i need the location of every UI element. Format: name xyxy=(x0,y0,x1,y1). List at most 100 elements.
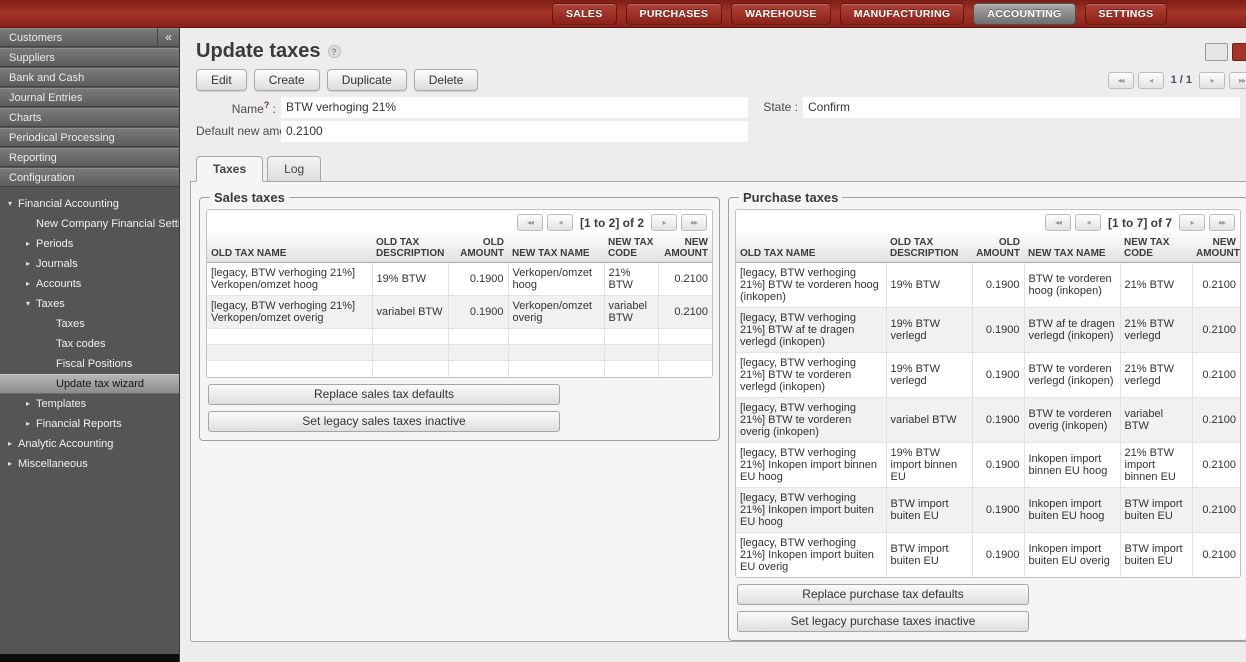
table-cell[interactable]: Inkopen import buiten EU hoog xyxy=(1024,488,1120,533)
table-cell[interactable]: [legacy, BTW verhoging 21%] Inkopen impo… xyxy=(736,533,886,578)
nav-sales[interactable]: SALES xyxy=(552,3,617,25)
table-row[interactable]: [legacy, BTW verhoging 21%] Inkopen impo… xyxy=(736,488,1240,533)
table-cell[interactable]: variabel BTW xyxy=(604,296,658,329)
sidebar-section-customers[interactable]: Customers xyxy=(0,28,157,47)
table-cell[interactable]: 0.2100 xyxy=(1192,353,1240,398)
name-help-icon[interactable]: ? xyxy=(264,100,270,110)
sidebar-section-suppliers[interactable]: Suppliers xyxy=(0,48,179,67)
table-row[interactable]: [legacy, BTW verhoging 21%] Verkopen/omz… xyxy=(207,263,712,296)
default-new-amount-field[interactable]: 0.2100 xyxy=(281,121,748,142)
table-cell[interactable]: 21% BTW xyxy=(1120,263,1192,308)
create-button[interactable]: Create xyxy=(254,69,320,91)
nav-purchases[interactable]: PURCHASES xyxy=(626,3,723,25)
table-cell[interactable]: BTW import buiten EU xyxy=(1120,488,1192,533)
table-cell[interactable]: 0.2100 xyxy=(1192,533,1240,578)
sidebar-item-analytic-accounting[interactable]: ▸Analytic Accounting xyxy=(0,434,179,454)
table-cell[interactable]: 0.2100 xyxy=(1192,263,1240,308)
table-cell[interactable]: BTW te vorderen overig (inkopen) xyxy=(1024,398,1120,443)
table-cell[interactable]: BTW import buiten EU xyxy=(886,533,972,578)
table-cell[interactable]: 0.2100 xyxy=(1192,443,1240,488)
sidebar-item-accounts[interactable]: ▸Accounts xyxy=(0,274,179,294)
help-icon[interactable]: ? xyxy=(328,45,341,58)
sales-col-old-amount[interactable]: OLD AMOUNT xyxy=(448,234,508,263)
table-cell[interactable]: 0.1900 xyxy=(972,443,1024,488)
sales-col-old-tax-name[interactable]: OLD TAX NAME xyxy=(207,234,372,263)
table-cell[interactable]: Verkopen/omzet overig xyxy=(508,296,604,329)
table-cell[interactable]: 21% BTW import binnen EU xyxy=(1120,443,1192,488)
table-cell[interactable]: variabel BTW xyxy=(886,398,972,443)
table-cell[interactable]: variabel BTW xyxy=(1120,398,1192,443)
nav-accounting[interactable]: ACCOUNTING xyxy=(973,3,1075,25)
sales-col-new-amount[interactable]: NEW AMOUNT xyxy=(658,234,712,263)
table-cell[interactable]: BTW te vorderen verlegd (inkopen) xyxy=(1024,353,1120,398)
table-cell[interactable]: 19% BTW verlegd xyxy=(886,308,972,353)
table-cell[interactable]: 21% BTW verlegd xyxy=(1120,353,1192,398)
table-cell[interactable]: 0.1900 xyxy=(972,533,1024,578)
table-row[interactable]: [legacy, BTW verhoging 21%] BTW te vorde… xyxy=(736,398,1240,443)
sales-col-new-tax-code[interactable]: NEW TAX CODE xyxy=(604,234,658,263)
table-cell[interactable]: 0.2100 xyxy=(1192,398,1240,443)
replace-purchase-tax-defaults-button[interactable]: Replace purchase tax defaults xyxy=(737,584,1029,605)
sidebar-item-taxes[interactable]: ▾Taxes xyxy=(0,294,179,314)
table-cell[interactable]: [legacy, BTW verhoging 21%] Inkopen impo… xyxy=(736,443,886,488)
tab-taxes[interactable]: Taxes xyxy=(196,156,263,182)
table-cell[interactable]: 0.1900 xyxy=(972,263,1024,308)
sidebar-item-tax-codes[interactable]: Tax codes xyxy=(0,334,179,354)
edit-button[interactable]: Edit xyxy=(196,69,247,91)
table-cell[interactable]: 0.2100 xyxy=(1192,308,1240,353)
sales-previous-page-button[interactable]: ◂ xyxy=(547,214,573,231)
sales-col-old-tax-description[interactable]: OLD TAX DESCRIPTION xyxy=(372,234,448,263)
purchase-next-page-button[interactable]: ▸ xyxy=(1179,214,1205,231)
table-cell[interactable]: 0.1900 xyxy=(972,308,1024,353)
table-cell[interactable]: 0.2100 xyxy=(658,296,712,329)
purchase-last-page-button[interactable]: ▸▸ xyxy=(1209,214,1235,231)
delete-button[interactable]: Delete xyxy=(414,69,479,91)
nav-warehouse[interactable]: WAREHOUSE xyxy=(731,3,831,25)
table-row[interactable]: [legacy, BTW verhoging 21%] Inkopen impo… xyxy=(736,533,1240,578)
sidebar-section-reporting[interactable]: Reporting xyxy=(0,148,179,167)
table-cell[interactable]: [legacy, BTW verhoging 21%] BTW te vorde… xyxy=(736,353,886,398)
purchase-col-old-tax-name[interactable]: OLD TAX NAME xyxy=(736,234,886,263)
purchase-first-page-button[interactable]: ◂◂ xyxy=(1045,214,1071,231)
sidebar-item-fiscal-positions[interactable]: Fiscal Positions xyxy=(0,354,179,374)
table-cell[interactable]: [legacy, BTW verhoging 21%] Verkopen/omz… xyxy=(207,263,372,296)
sidebar-item-miscellaneous[interactable]: ▸Miscellaneous xyxy=(0,454,179,474)
table-cell[interactable]: BTW import buiten EU xyxy=(1120,533,1192,578)
sidebar-section-configuration[interactable]: Configuration xyxy=(0,168,179,187)
name-field[interactable]: BTW verhoging 21% xyxy=(281,97,748,118)
table-cell[interactable]: 0.2100 xyxy=(1192,488,1240,533)
table-cell[interactable]: 0.1900 xyxy=(972,398,1024,443)
table-cell[interactable]: 19% BTW import binnen EU xyxy=(886,443,972,488)
table-row[interactable]: [legacy, BTW verhoging 21%] BTW te vorde… xyxy=(736,263,1240,308)
table-cell[interactable]: 21% BTW xyxy=(604,263,658,296)
table-cell[interactable]: 0.1900 xyxy=(972,488,1024,533)
purchase-col-old-tax-description[interactable]: OLD TAX DESCRIPTION xyxy=(886,234,972,263)
sales-first-page-button[interactable]: ◂◂ xyxy=(517,214,543,231)
table-cell[interactable]: BTW te vorderen hoog (inkopen) xyxy=(1024,263,1120,308)
table-row[interactable]: [legacy, BTW verhoging 21%] BTW te vorde… xyxy=(736,353,1240,398)
table-cell[interactable]: 19% BTW xyxy=(372,263,448,296)
table-row[interactable]: [legacy, BTW verhoging 21%] Inkopen impo… xyxy=(736,443,1240,488)
table-cell[interactable]: 0.1900 xyxy=(448,296,508,329)
record-previous-page-button[interactable]: ◂ xyxy=(1138,72,1164,89)
table-cell[interactable]: 21% BTW verlegd xyxy=(1120,308,1192,353)
sidebar-section-charts[interactable]: Charts xyxy=(0,108,179,127)
sidebar-section-periodical-processing[interactable]: Periodical Processing xyxy=(0,128,179,147)
sidebar-item-templates[interactable]: ▸Templates xyxy=(0,394,179,414)
purchase-col-old-amount[interactable]: OLD AMOUNT xyxy=(972,234,1024,263)
sidebar-item-periods[interactable]: ▸Periods xyxy=(0,234,179,254)
tab-log[interactable]: Log xyxy=(267,156,321,181)
record-next-page-button[interactable]: ▸ xyxy=(1199,72,1225,89)
sales-col-new-tax-name[interactable]: NEW TAX NAME xyxy=(508,234,604,263)
purchase-col-new-amount[interactable]: NEW AMOUNT xyxy=(1192,234,1240,263)
table-cell[interactable]: [legacy, BTW verhoging 21%] BTW te vorde… xyxy=(736,398,886,443)
table-cell[interactable]: variabel BTW xyxy=(372,296,448,329)
replace-sales-tax-defaults-button[interactable]: Replace sales tax defaults xyxy=(208,384,560,405)
sidebar-item-new-company-financial-setti[interactable]: New Company Financial Setti... xyxy=(0,214,179,234)
record-first-page-button[interactable]: ◂◂ xyxy=(1108,72,1134,89)
table-cell[interactable]: Verkopen/omzet hoog xyxy=(508,263,604,296)
nav-manufacturing[interactable]: MANUFACTURING xyxy=(840,3,965,25)
sidebar-item-taxes[interactable]: Taxes xyxy=(0,314,179,334)
nav-settings[interactable]: SETTINGS xyxy=(1085,3,1168,25)
sidebar-section-journal-entries[interactable]: Journal Entries xyxy=(0,88,179,107)
